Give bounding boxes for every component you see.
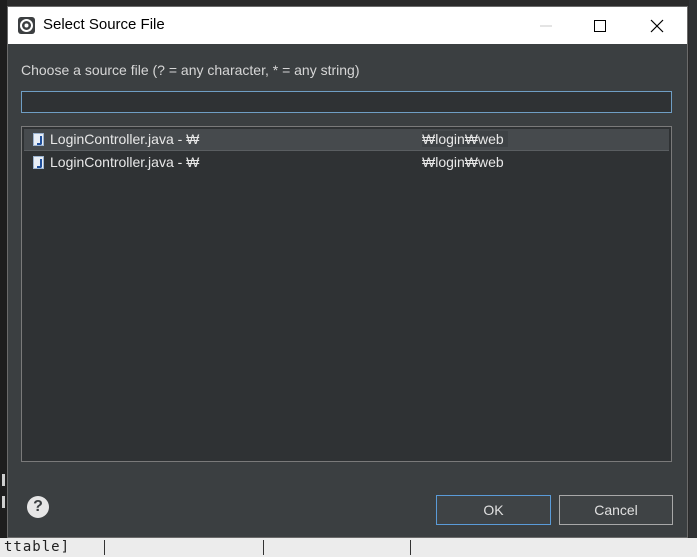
close-icon <box>650 19 664 33</box>
filter-prompt-label: Choose a source file (? = any character,… <box>21 62 360 78</box>
minimize-button[interactable] <box>523 7 569 44</box>
maximize-icon <box>594 20 606 32</box>
question-icon[interactable]: ? <box>27 496 49 518</box>
result-file-name: LoginController.java - ₩ <box>50 131 200 147</box>
result-row[interactable]: LoginController.java - ₩ ₩login₩web <box>24 129 669 151</box>
filter-input[interactable] <box>21 91 672 113</box>
eclipse-icon <box>18 17 35 34</box>
background-code-text: ttable] <box>4 539 71 555</box>
results-list[interactable]: LoginController.java - ₩ ₩login₩web Logi… <box>21 126 672 462</box>
result-file-path: ₩login₩web <box>422 154 504 170</box>
result-row[interactable]: LoginController.java - ₩ ₩login₩web <box>24 152 669 173</box>
background-editor-gutter <box>0 0 7 557</box>
select-source-file-dialog: Select Source File Choose a source file … <box>7 6 688 538</box>
background-code-strip: ttable] <box>0 538 697 557</box>
result-file-path: ₩login₩web <box>422 131 508 147</box>
result-file-name: LoginController.java - ₩ <box>50 154 200 170</box>
java-file-icon <box>33 133 44 146</box>
title-bar[interactable]: Select Source File <box>8 7 687 44</box>
cancel-button[interactable]: Cancel <box>559 495 673 525</box>
background-editor-edge <box>689 0 697 557</box>
minimize-icon <box>540 25 552 27</box>
maximize-button[interactable] <box>577 7 623 44</box>
close-button[interactable] <box>634 7 680 44</box>
dialog-title: Select Source File <box>43 16 165 33</box>
java-file-icon <box>33 156 44 169</box>
ok-button[interactable]: OK <box>436 495 551 525</box>
